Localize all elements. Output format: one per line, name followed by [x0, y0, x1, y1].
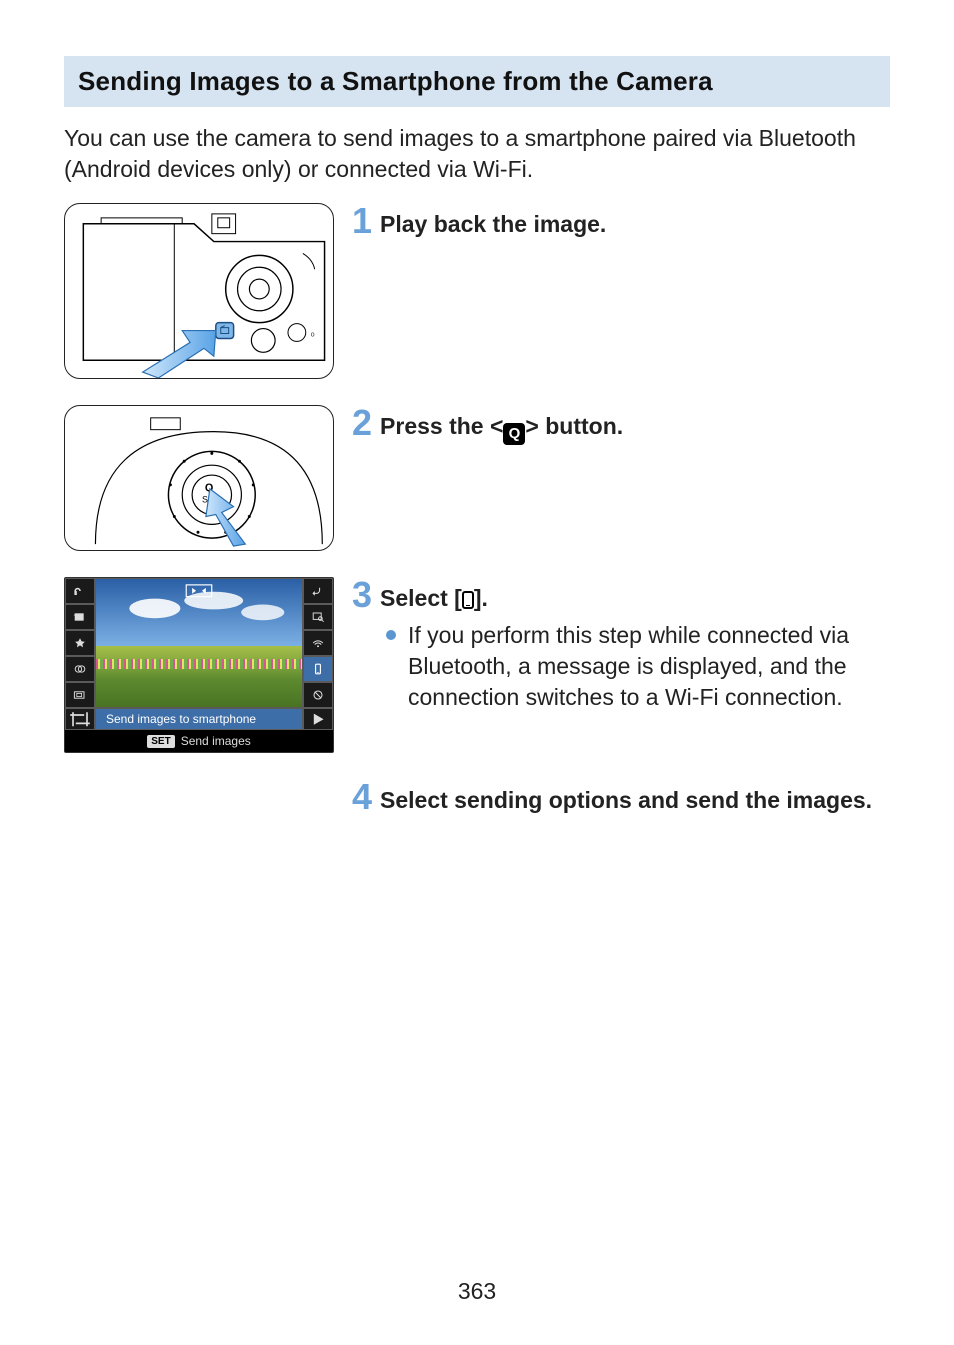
- lcd-left-icon-protect: [65, 578, 95, 604]
- lcd-footer-text: Send images: [181, 734, 251, 748]
- step-2-title-pre: Press the <: [380, 413, 503, 439]
- step-2: 2 Press the <Q> button.: [352, 405, 890, 445]
- content-area: o: [64, 203, 890, 816]
- lcd-set-badge: SET: [147, 735, 174, 748]
- step-4-title: Select sending options and send the imag…: [380, 785, 872, 816]
- step-1-title: Play back the image.: [380, 209, 606, 240]
- step-3-bullet-1: If you perform this step while connected…: [386, 620, 890, 713]
- lcd-selected-label: Send images to smartphone: [95, 708, 303, 730]
- figure-lcd-menu: Send images to smartphone SET Send image…: [64, 577, 334, 753]
- step-3-title: Select [].: [380, 583, 488, 614]
- lcd-left-icon-rating: [65, 630, 95, 656]
- lcd-right-icon-smartphone: [303, 656, 333, 682]
- step-2-title: Press the <Q> button.: [380, 411, 623, 445]
- lcd-selected-label-text: Send images to smartphone: [96, 712, 256, 726]
- lcd-label-row: Send images to smartphone: [65, 708, 333, 730]
- step-3-number: 3: [352, 577, 372, 613]
- intro-paragraph: You can use the camera to send images to…: [64, 123, 890, 185]
- figure-camera-body: o: [64, 203, 334, 379]
- step-3: 3 Select [].: [352, 577, 890, 614]
- step-1: 1 Play back the image.: [352, 203, 890, 240]
- step-1-number: 1: [352, 203, 372, 239]
- lcd-right-icon-wifi: [303, 630, 333, 656]
- lcd-right-icon-search: [303, 604, 333, 630]
- step-3-bullets: If you perform this step while connected…: [352, 620, 890, 713]
- lcd-footer: SET Send images: [65, 730, 333, 752]
- step-3-title-pre: Select [: [380, 585, 462, 611]
- step-3-row: Send images to smartphone SET Send image…: [64, 577, 890, 753]
- lcd-left-icon-resize: [65, 682, 95, 708]
- step-2-number: 2: [352, 405, 372, 441]
- step-2-row: Q SET: [64, 405, 890, 551]
- page-number: 363: [0, 1278, 954, 1305]
- lcd-left-icon-crop: [65, 708, 95, 730]
- step-3-title-post: ].: [474, 585, 488, 611]
- step-4-row: 4 Select sending options and send the im…: [64, 779, 890, 816]
- section-heading: Sending Images to a Smartphone from the …: [64, 56, 890, 107]
- smartphone-icon: [462, 591, 474, 609]
- q-set-icon: Q: [503, 423, 525, 445]
- step-4: 4 Select sending options and send the im…: [352, 779, 890, 816]
- lcd-preview-image: [95, 578, 303, 708]
- lcd-right-icon-return: [303, 578, 333, 604]
- lcd-left-icon-filter: [65, 656, 95, 682]
- step-2-title-post: > button.: [525, 413, 623, 439]
- svg-text:o: o: [311, 332, 315, 339]
- figure-control-dial: Q SET: [64, 405, 334, 551]
- lcd-right-icon-disable: [303, 682, 333, 708]
- lcd-left-icon-rotate: [65, 604, 95, 630]
- lcd-right-icon-play: [303, 708, 333, 730]
- step-1-row: o: [64, 203, 890, 379]
- heading-text: Sending Images to a Smartphone from the …: [78, 66, 876, 97]
- step-4-number: 4: [352, 779, 372, 815]
